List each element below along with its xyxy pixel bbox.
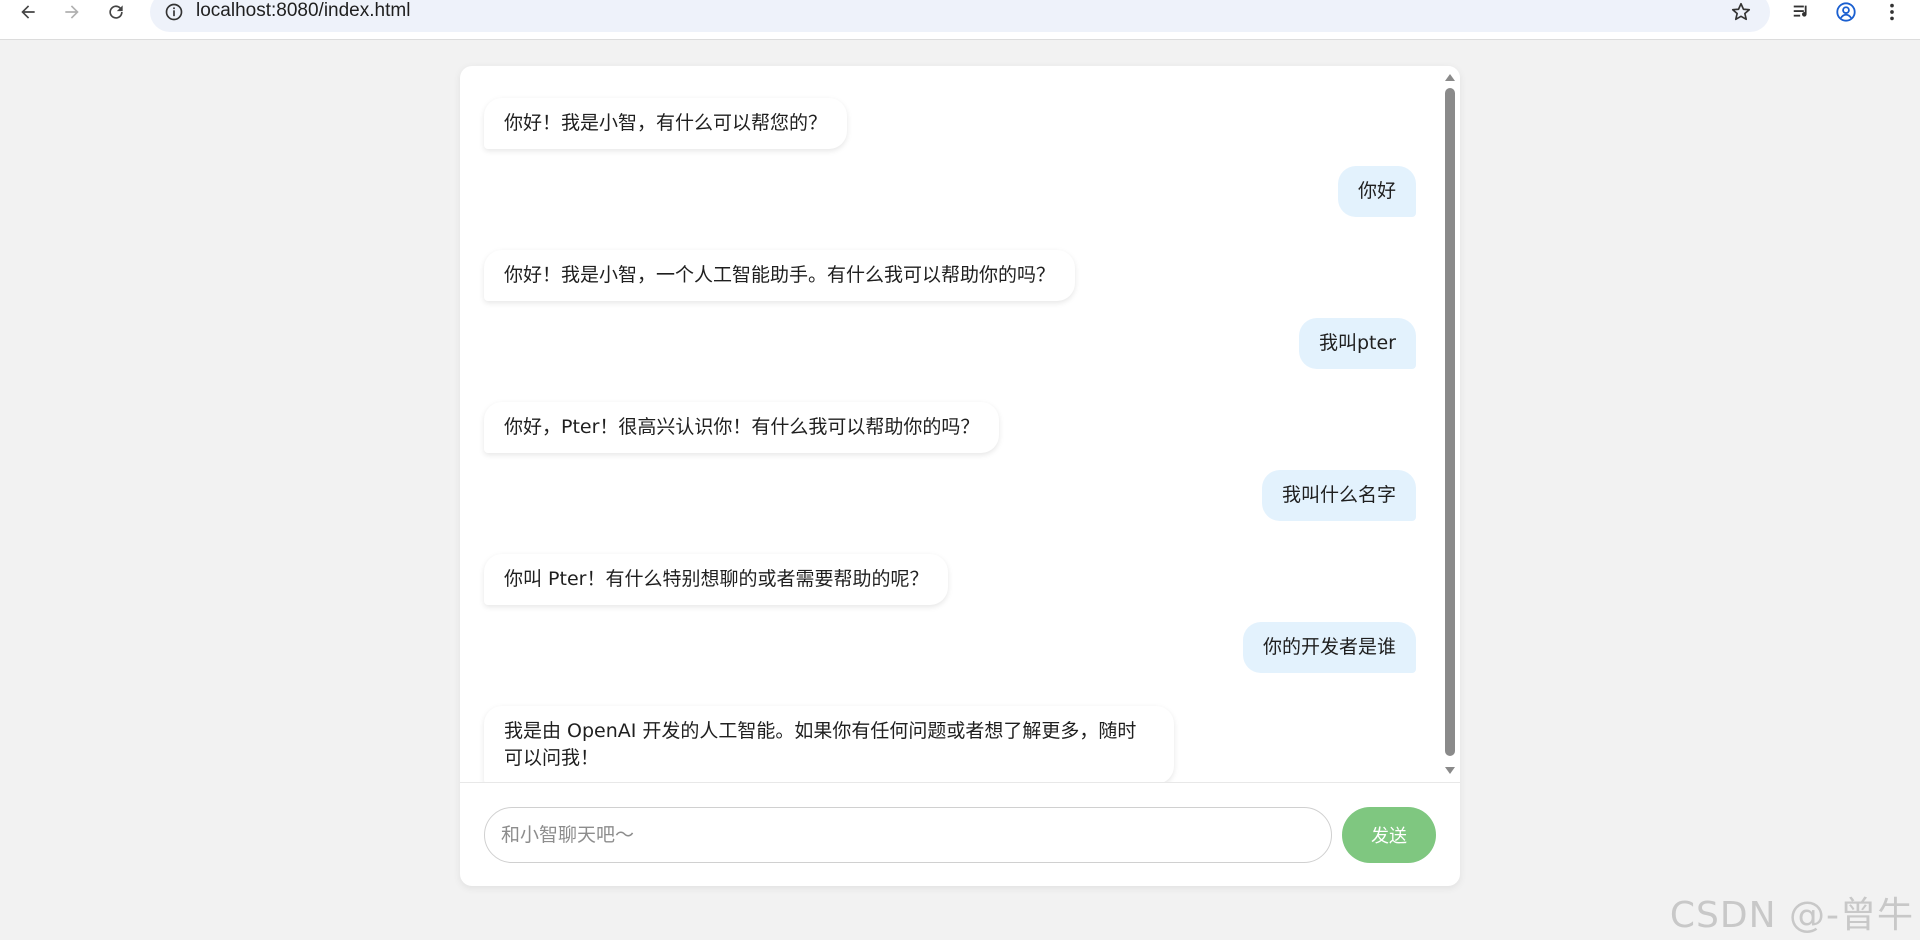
profile-button[interactable] [1832,0,1860,24]
scroll-down-arrow-icon[interactable] [1444,764,1456,776]
back-icon [21,5,35,19]
bot-message: 你叫 Pter！有什么特别想聊的或者需要帮助的呢？ [484,554,949,605]
reload-icon [109,5,123,19]
scrollbar-thumb[interactable] [1445,88,1455,756]
scroll-up-arrow-icon[interactable] [1444,72,1456,84]
user-message: 你好 [1337,166,1416,217]
chat-container: 你好！我是小智，有什么可以帮您的？ 你好 你好！我是小智，一个人工智能助手。有什… [460,66,1460,886]
url-text[interactable]: localhost:8080/index.html [196,0,410,22]
forward-button[interactable] [54,0,90,24]
menu-icon [1890,3,1894,21]
site-info-icon[interactable] [164,2,184,22]
user-message: 我叫什么名字 [1261,470,1416,521]
reading-list-button[interactable] [1788,0,1816,24]
user-message: 我叫pter [1298,318,1416,369]
send-button[interactable]: 发送 [1342,807,1436,863]
address-bar[interactable]: localhost:8080/index.html [150,0,1770,32]
chat-input[interactable] [484,807,1332,863]
bot-message: 你好！我是小智，一个人工智能助手。有什么我可以帮助你的吗？ [484,250,1076,301]
browser-toolbar: localhost:8080/index.html [0,0,1920,40]
message-scrollbar[interactable] [1440,66,1460,782]
reading-list-icon [1793,5,1807,17]
user-message: 你的开发者是谁 [1242,622,1416,673]
profile-icon [1836,2,1856,22]
bot-message: 你好，Pter！很高兴认识你！有什么我可以帮助你的吗？ [484,402,1000,453]
chat-input-area: 发送 [460,782,1460,886]
message-list: 你好！我是小智，有什么可以帮您的？ 你好 你好！我是小智，一个人工智能助手。有什… [460,66,1460,782]
browser-menu-button[interactable] [1878,0,1906,24]
bot-message: 你好！我是小智，有什么可以帮您的？ [484,98,848,149]
watermark: CSDN @-曾牛 [1669,895,1914,936]
bot-message: 我是由 OpenAI 开发的人工智能。如果你有任何问题或者想了解更多，随时可以问… [484,706,1174,782]
reload-button[interactable] [98,0,134,24]
back-button[interactable] [10,0,46,24]
bookmark-star-icon[interactable] [1730,1,1752,23]
forward-icon [65,5,79,19]
